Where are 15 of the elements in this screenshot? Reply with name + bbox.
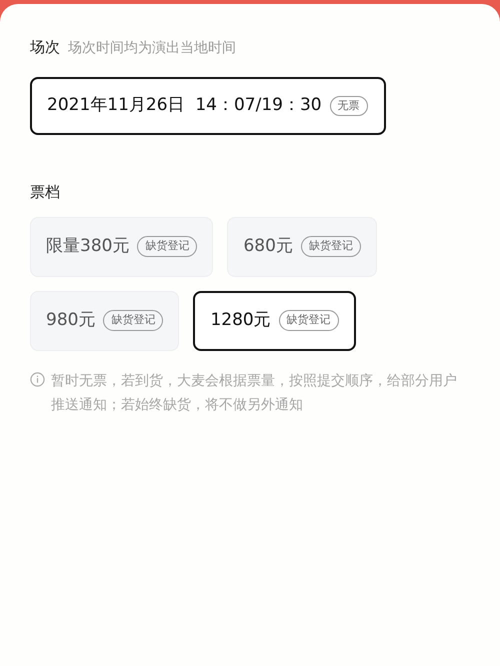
restock-tag: 缺货登记 bbox=[300, 236, 361, 257]
price-tier[interactable]: 限量380元 缺货登记 bbox=[30, 216, 214, 276]
notice-text: 暂时无票，若到货，大麦会根据票量，按照提交顺序，给部分用户推送通知；若始终缺货，将不做另外通知 bbox=[51, 372, 458, 414]
price-tier[interactable]: 980元 缺货登记 bbox=[30, 290, 180, 350]
section-hint: 场次时间均为演出当地时间 bbox=[68, 39, 236, 58]
section-title: 票档 bbox=[30, 182, 60, 203]
info-icon bbox=[30, 372, 45, 386]
price-tier[interactable]: 680元 缺货登记 bbox=[227, 216, 377, 276]
section-title: 场次 bbox=[30, 37, 60, 58]
restock-tag: 缺货登记 bbox=[103, 310, 164, 331]
status-tag: 无票 bbox=[330, 96, 368, 116]
price-tier[interactable]: 1280元 缺货登记 bbox=[193, 290, 356, 350]
session-option[interactable]: 2021年11月26日 14：07/19：30 无票 bbox=[30, 77, 386, 135]
restock-tag: 缺货登记 bbox=[137, 236, 198, 257]
restock-tag: 缺货登记 bbox=[278, 310, 339, 331]
